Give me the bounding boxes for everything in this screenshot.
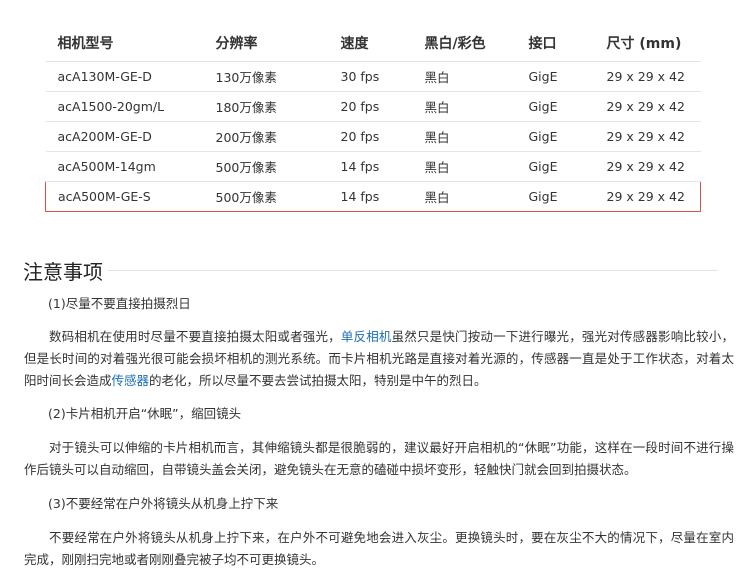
- cell-size: 29 x 29 x 42: [594, 151, 701, 182]
- cell-color-mode: 黑白: [412, 121, 517, 152]
- cell-resolution: 130万像素: [203, 61, 329, 92]
- cell-model: acA130M-GE-D: [45, 61, 204, 92]
- header-color-mode: 黑白/彩色: [412, 26, 517, 62]
- cell-size: 29 x 29 x 42: [594, 61, 701, 92]
- table-header-row: 相机型号 分辨率 速度 黑白/彩色 接口 尺寸 (mm): [45, 26, 701, 62]
- cell-color-mode: 黑白: [412, 91, 517, 122]
- header-speed: 速度: [328, 26, 413, 62]
- header-resolution: 分辨率: [203, 26, 329, 62]
- cell-interface: GigE: [516, 180, 595, 212]
- note-paragraph-2: 对于镜头可以伸缩的卡片相机而言，其伸缩镜头都是很脆弱的，建议最好开启相机的“休眠…: [24, 440, 734, 477]
- table-row: acA1500-20gm/L 180万像素 20 fps 黑白 GigE 29 …: [45, 91, 701, 122]
- header-model: 相机型号: [45, 26, 204, 62]
- cell-speed: 20 fps: [328, 121, 413, 152]
- cell-model: acA500M-14gm: [45, 151, 204, 182]
- cell-size: 29 x 29 x 42: [594, 180, 701, 212]
- cell-resolution: 500万像素: [203, 180, 329, 212]
- cell-size: 29 x 29 x 42: [594, 91, 701, 122]
- section-title: 注意事项: [23, 260, 103, 284]
- cell-interface: GigE: [516, 121, 595, 152]
- cell-interface: GigE: [516, 91, 595, 122]
- cell-color-mode: 黑白: [412, 61, 517, 92]
- cell-speed: 14 fps: [328, 180, 413, 212]
- table-row-highlighted: acA500M-GE-S 500万像素 14 fps 黑白 GigE 29 x …: [45, 180, 701, 212]
- link-slr-camera[interactable]: 单反相机: [341, 329, 392, 344]
- cell-speed: 30 fps: [328, 61, 413, 92]
- header-interface: 接口: [516, 26, 595, 62]
- cell-speed: 14 fps: [328, 151, 413, 182]
- paragraph-text: 数码相机在使用时尽量不要直接拍摄太阳或者强光，: [49, 329, 341, 344]
- table-row: acA130M-GE-D 130万像素 30 fps 黑白 GigE 29 x …: [45, 61, 701, 92]
- cell-color-mode: 黑白: [412, 151, 517, 182]
- note-paragraph-3: 不要经常在户外将镜头从机身上拧下来，在户外不可避免地会进入灰尘。更换镜头时，要在…: [24, 530, 734, 567]
- cell-color-mode: 黑白: [412, 180, 517, 212]
- note-heading-1: (1)尽量不要直接拍摄烈日: [48, 296, 191, 311]
- table-row: acA200M-GE-D 200万像素 20 fps 黑白 GigE 29 x …: [45, 121, 701, 152]
- table-row: acA500M-14gm 500万像素 14 fps 黑白 GigE 29 x …: [45, 151, 701, 182]
- cell-interface: GigE: [516, 151, 595, 182]
- link-sensor[interactable]: 传感器: [112, 373, 150, 388]
- section-divider: [108, 270, 718, 271]
- cell-model: acA1500-20gm/L: [45, 91, 204, 122]
- paragraph-text: 的老化，所以尽量不要去尝试拍摄太阳，特别是中午的烈日。: [149, 373, 487, 388]
- header-size: 尺寸 (mm): [594, 26, 701, 62]
- cell-resolution: 200万像素: [203, 121, 329, 152]
- cell-model: acA200M-GE-D: [45, 121, 204, 152]
- note-heading-2: (2)卡片相机开启“休眠”，缩回镜头: [48, 406, 242, 421]
- note-paragraph-1: 数码相机在使用时尽量不要直接拍摄太阳或者强光，单反相机虽然只是快门按动一下进行曝…: [24, 326, 734, 392]
- cell-resolution: 180万像素: [203, 91, 329, 122]
- cell-interface: GigE: [516, 61, 595, 92]
- cell-size: 29 x 29 x 42: [594, 121, 701, 152]
- note-heading-3: (3)不要经常在户外将镜头从机身上拧下来: [48, 496, 279, 511]
- cell-resolution: 500万像素: [203, 151, 329, 182]
- cell-model: acA500M-GE-S: [45, 180, 204, 212]
- cell-speed: 20 fps: [328, 91, 413, 122]
- camera-spec-table: 相机型号 分辨率 速度 黑白/彩色 接口 尺寸 (mm) acA130M-GE-…: [45, 26, 701, 212]
